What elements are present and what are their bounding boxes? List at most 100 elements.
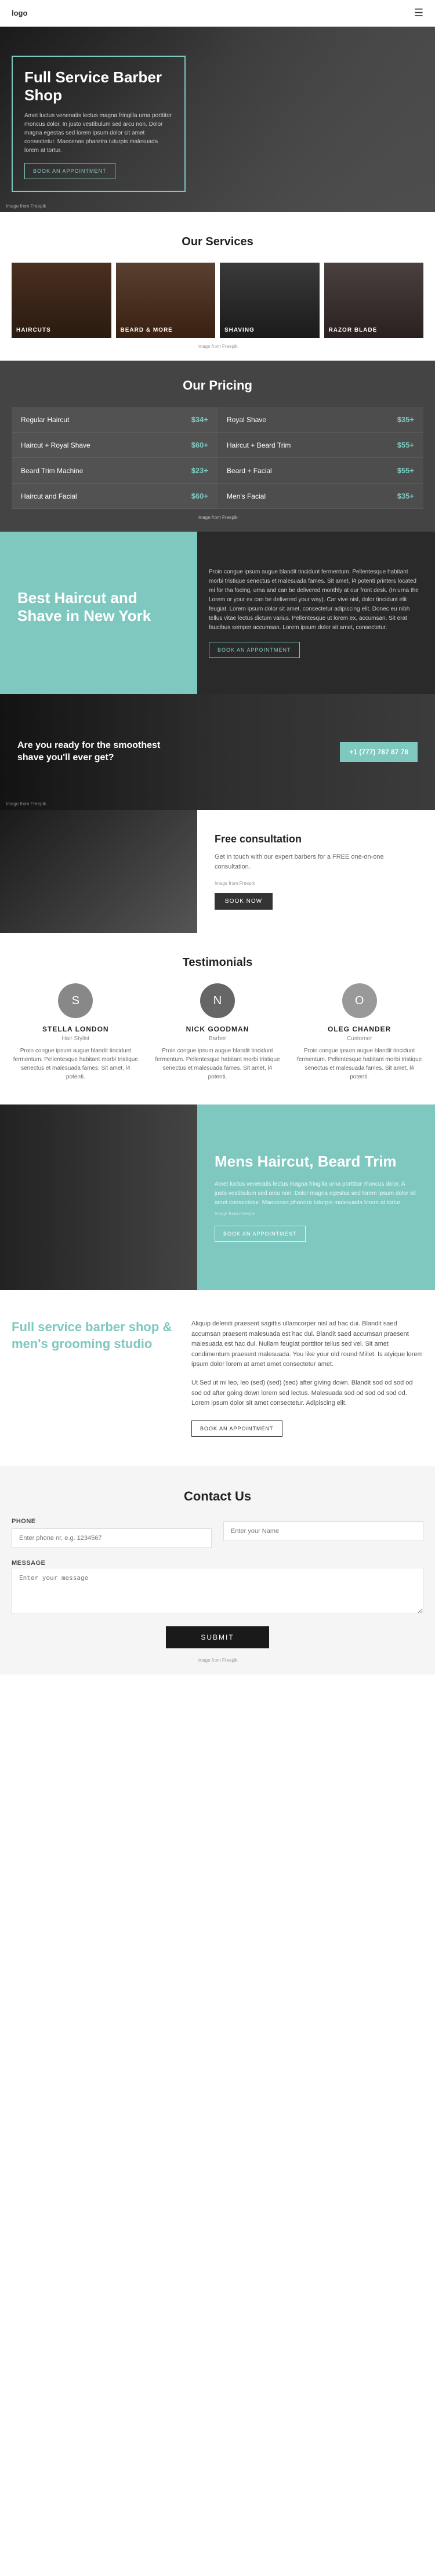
testimonials-title: Testimonials — [12, 956, 423, 969]
hamburger-menu[interactable]: ☰ — [414, 7, 423, 19]
hero-credit: Image from Freepik — [6, 204, 46, 209]
contact-message-label: MESSAGE — [12, 1560, 46, 1567]
shave-content: Are you ready for the smoothest shave yo… — [17, 740, 168, 764]
best-left: Best Haircut and Shave in New York — [0, 532, 197, 694]
services-title: Our Services — [12, 235, 423, 249]
testimonial-text-2: Proin congue ipsum augue blandit tincidu… — [295, 1047, 423, 1081]
pricing-price-3: $55+ — [397, 441, 414, 449]
shave-section: Are you ready for the smoothest shave yo… — [0, 694, 435, 810]
pricing-name-2: Haircut + Royal Shave — [21, 441, 90, 449]
pricing-price-1: $35+ — [397, 415, 414, 424]
pricing-price-4: $23+ — [191, 466, 208, 475]
consultation-book-button[interactable]: BOOK NOW — [215, 893, 273, 910]
pricing-name-3: Haircut + Beard Trim — [227, 441, 291, 449]
mens-image-person — [0, 1104, 197, 1290]
contact-title: Contact Us — [12, 1489, 423, 1504]
contact-message-input[interactable] — [12, 1568, 423, 1614]
logo: logo — [12, 9, 27, 17]
services-grid: HAIRCUTS BEARD & MORE SHAVING RAZOR BLAD… — [12, 263, 423, 338]
best-title: Best Haircut and Shave in New York — [17, 589, 180, 625]
mens-content: Mens Haircut, Beard Trim Amet luctus ven… — [197, 1104, 435, 1290]
testimonial-name-1: NICK GOODMAN — [154, 1025, 282, 1033]
hero-title: Full Service Barber Shop — [24, 68, 173, 104]
service-label-razor: RAZOR BLADE — [329, 327, 378, 333]
pricing-name-7: Men's Facial — [227, 492, 266, 500]
fullservice-para2: Ut Sed ut mi leo, leo (sed) (sed) (sed) … — [191, 1378, 423, 1409]
pricing-name-5: Beard + Facial — [227, 467, 272, 475]
contact-section: Contact Us PHONE MESSAGE SUBMIT Image fr… — [0, 1466, 435, 1674]
contact-credit: Image from Freepik — [12, 1658, 423, 1663]
testimonials-section: Testimonials S STELLA LONDON Hair Stylis… — [0, 933, 435, 1104]
testimonial-role-0: Hair Stylist — [12, 1036, 140, 1042]
best-right: Proin congue ipsum augue blandit tincidu… — [197, 532, 435, 694]
hero-description: Amet luctus venenatis lectus magna fring… — [24, 111, 173, 155]
testimonials-grid: S STELLA LONDON Hair Stylist Proin congu… — [12, 983, 423, 1081]
hero-section: Full Service Barber Shop Amet luctus ven… — [0, 27, 435, 212]
pricing-price-2: $60+ — [191, 441, 208, 449]
testimonial-text-0: Proin congue ipsum augue blandit tincidu… — [12, 1047, 140, 1081]
contact-grid: PHONE — [12, 1518, 423, 1548]
hero-image — [196, 27, 435, 212]
testimonial-2: O OLEG CHANDER Customer Proin congue ips… — [295, 983, 423, 1081]
fullservice-left: Full service barber shop & men's groomin… — [12, 1319, 174, 1437]
consultation-description: Get in touch with our expert barbers for… — [215, 852, 418, 871]
service-card-shaving[interactable]: SHAVING — [220, 263, 320, 338]
pricing-credit: Image from Freepik — [12, 515, 423, 520]
hero-book-button[interactable]: BOOK AN APPOINTMENT — [24, 163, 115, 179]
pricing-row-4: Beard Trim Machine $23+ — [12, 458, 217, 484]
testimonial-avatar-1: N — [200, 983, 235, 1018]
pricing-row-3: Haircut + Beard Trim $55+ — [217, 433, 423, 458]
service-label-beard: BEARD & MORE — [121, 327, 173, 333]
shave-phone-button[interactable]: +1 (777) 787 87 78 — [340, 742, 418, 762]
contact-phone-field: PHONE — [12, 1518, 212, 1548]
consultation-title: Free consultation — [215, 833, 418, 845]
mens-description: Amet luctus venenatis lectus magna fring… — [215, 1180, 418, 1208]
service-card-beard[interactable]: BEARD & MORE — [116, 263, 216, 338]
service-label-haircuts: HAIRCUTS — [16, 327, 51, 333]
hero-content: Full Service Barber Shop Amet luctus ven… — [12, 56, 186, 192]
contact-phone-input[interactable] — [12, 1528, 212, 1548]
service-card-razor[interactable]: RAZOR BLADE — [324, 263, 424, 338]
pricing-price-7: $35+ — [397, 492, 414, 500]
testimonial-avatar-2: O — [342, 983, 377, 1018]
contact-message-field: MESSAGE — [12, 1557, 423, 1617]
fullservice-para1: Aliquip deleniti praesent sagittis ullam… — [191, 1319, 423, 1370]
consultation-content: Free consultation Get in touch with our … — [197, 810, 435, 933]
pricing-price-6: $60+ — [191, 492, 208, 500]
hero-box: Full Service Barber Shop Amet luctus ven… — [12, 56, 186, 192]
pricing-row-5: Beard + Facial $55+ — [217, 458, 423, 484]
testimonial-role-2: Customer — [295, 1036, 423, 1042]
services-section: Our Services HAIRCUTS BEARD & MORE SHAVI… — [0, 212, 435, 361]
consultation-section: Free consultation Get in touch with our … — [0, 810, 435, 933]
mens-book-button[interactable]: BOOK AN APPOINTMENT — [215, 1226, 306, 1242]
contact-name-field — [223, 1518, 423, 1548]
fullservice-book-button[interactable]: BOOK AN APPOINTMENT — [191, 1420, 282, 1437]
contact-submit-button[interactable]: SUBMIT — [166, 1626, 269, 1648]
pricing-row-1: Royal Shave $35+ — [217, 407, 423, 433]
pricing-row-6: Haircut and Facial $60+ — [12, 484, 217, 509]
shave-text: Are you ready for the smoothest shave yo… — [17, 740, 168, 764]
pricing-name-0: Regular Haircut — [21, 416, 69, 424]
pricing-price-5: $55+ — [397, 466, 414, 475]
pricing-row-0: Regular Haircut $34+ — [12, 407, 217, 433]
contact-phone-label: PHONE — [12, 1518, 212, 1525]
best-section: Best Haircut and Shave in New York Proin… — [0, 532, 435, 694]
pricing-name-4: Beard Trim Machine — [21, 467, 83, 475]
service-card-haircuts[interactable]: HAIRCUTS — [12, 263, 111, 338]
pricing-name-6: Haircut and Facial — [21, 492, 77, 500]
shave-credit: Image from Freepik — [6, 801, 46, 806]
fullservice-title: Full service barber shop & men's groomin… — [12, 1319, 174, 1352]
best-book-button[interactable]: BOOK AN APPOINTMENT — [209, 642, 300, 658]
pricing-section: Our Pricing Regular Haircut $34+ Royal S… — [0, 361, 435, 532]
contact-name-input[interactable] — [223, 1521, 423, 1541]
mens-image — [0, 1104, 197, 1290]
fullservice-section: Full service barber shop & men's groomin… — [0, 1290, 435, 1466]
consultation-image-overlay — [0, 810, 197, 933]
consultation-credit: Image from Freepik — [215, 881, 418, 886]
mens-credit: Image from Freepik — [215, 1211, 418, 1216]
mens-title: Mens Haircut, Beard Trim — [215, 1153, 418, 1171]
pricing-price-0: $34+ — [191, 415, 208, 424]
testimonial-avatar-0: S — [58, 983, 93, 1018]
testimonial-role-1: Barber — [154, 1036, 282, 1042]
services-credit: Image from Freepik — [12, 344, 423, 349]
